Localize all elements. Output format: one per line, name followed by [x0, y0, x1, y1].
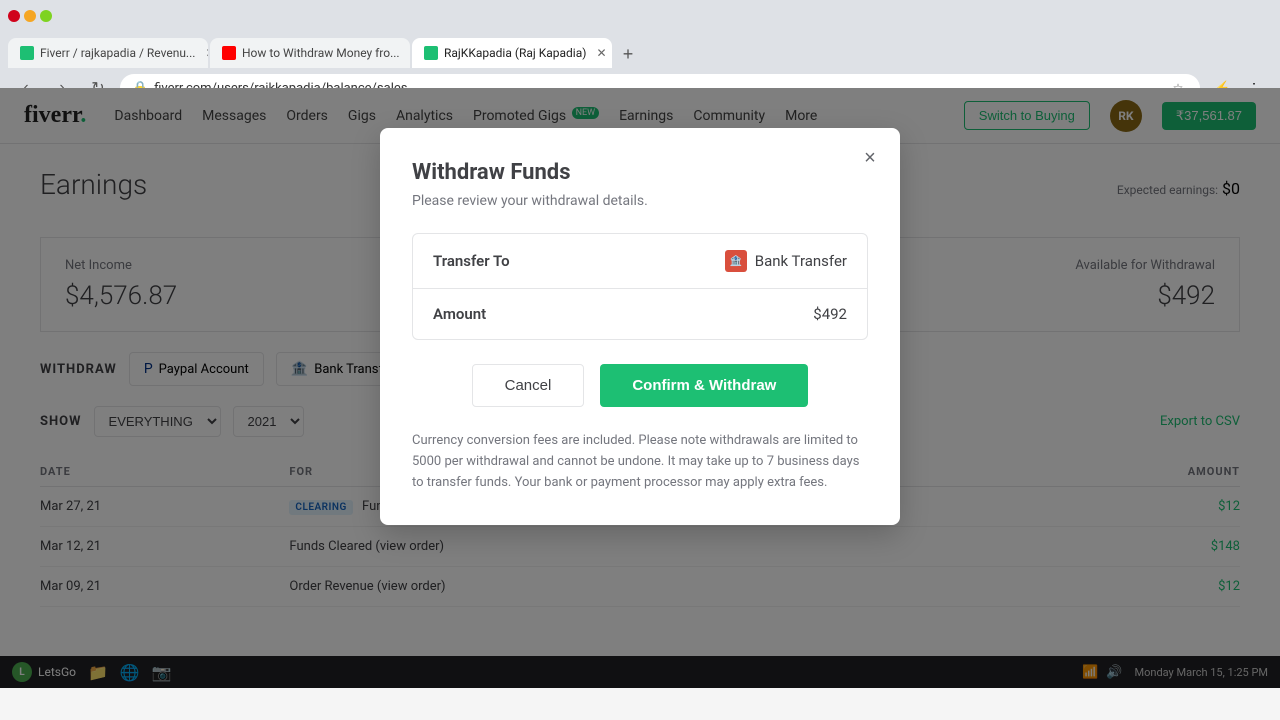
- modal-overlay: × Withdraw Funds Please review your with…: [0, 88, 1280, 688]
- tab-favicon-3: [424, 46, 438, 60]
- cancel-button[interactable]: Cancel: [472, 364, 585, 407]
- tab-label-1: Fiverr / rajkapadia / Revenu...: [40, 46, 195, 60]
- tab-favicon-2: [222, 46, 236, 60]
- withdraw-modal: × Withdraw Funds Please review your with…: [380, 128, 900, 525]
- bank-transfer-icon: 🏦: [725, 250, 747, 272]
- new-tab-button[interactable]: +: [614, 40, 642, 68]
- browser-tab-2[interactable]: How to Withdraw Money fro... ✕: [210, 38, 410, 68]
- close-window-button[interactable]: [8, 10, 20, 22]
- withdrawal-notice: Currency conversion fees are included. P…: [412, 431, 868, 493]
- modal-close-button[interactable]: ×: [856, 144, 884, 172]
- browser-tab-3[interactable]: RajKKapadia (Raj Kapadia) ✕: [412, 38, 612, 68]
- tab-close-3[interactable]: ✕: [596, 46, 606, 60]
- confirm-withdraw-button[interactable]: Confirm & Withdraw: [600, 364, 808, 407]
- minimize-window-button[interactable]: [24, 10, 36, 22]
- amount-label: Amount: [433, 305, 813, 323]
- transfer-to-text: Bank Transfer: [755, 252, 847, 270]
- tab-label-3: RajKKapadia (Raj Kapadia): [444, 46, 586, 60]
- maximize-window-button[interactable]: [40, 10, 52, 22]
- tab-label-2: How to Withdraw Money fro...: [242, 46, 400, 60]
- transfer-to-value: 🏦 Bank Transfer: [725, 250, 847, 272]
- tab-favicon-1: [20, 46, 34, 60]
- tab-close-1[interactable]: ✕: [205, 46, 208, 60]
- transfer-to-label: Transfer To: [433, 252, 725, 270]
- browser-chrome: Fiverr / rajkapadia / Revenu... ✕ How to…: [0, 0, 1280, 88]
- window-controls: [8, 10, 52, 22]
- title-bar: [0, 0, 1280, 32]
- modal-buttons: Cancel Confirm & Withdraw: [412, 364, 868, 407]
- amount-value: $492: [813, 305, 847, 323]
- modal-subtitle: Please review your withdrawal details.: [412, 193, 868, 209]
- browser-tab-1[interactable]: Fiverr / rajkapadia / Revenu... ✕: [8, 38, 208, 68]
- tabs-bar: Fiverr / rajkapadia / Revenu... ✕ How to…: [0, 32, 1280, 68]
- amount-row: Amount $492: [413, 289, 867, 339]
- modal-title: Withdraw Funds: [412, 160, 868, 185]
- page-content: fiverr. Dashboard Messages Orders Gigs A…: [0, 88, 1280, 688]
- withdrawal-details-box: Transfer To 🏦 Bank Transfer Amount $492: [412, 233, 868, 340]
- transfer-to-row: Transfer To 🏦 Bank Transfer: [413, 234, 867, 289]
